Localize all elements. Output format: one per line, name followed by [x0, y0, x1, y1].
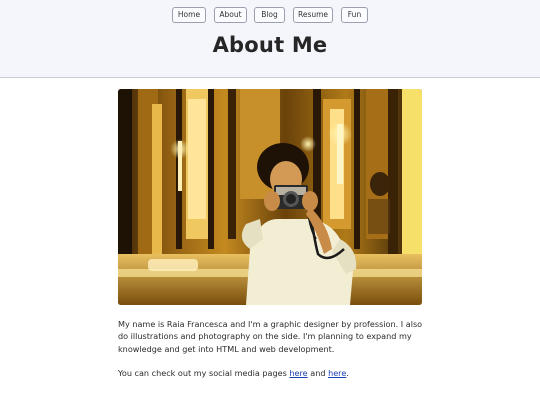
- profile-photo: [118, 89, 422, 305]
- social-link-1[interactable]: here: [289, 368, 307, 378]
- nav-resume-button[interactable]: Resume: [293, 7, 333, 23]
- nav-fun-button[interactable]: Fun: [341, 7, 368, 23]
- social-prefix: You can check out my social media pages: [118, 368, 287, 379]
- page-title: About Me: [212, 33, 328, 57]
- bio-paragraph: My name is Raia Francesca and I'm a grap…: [118, 319, 423, 354]
- social-paragraph: You can check out my social media pages …: [118, 367, 428, 379]
- social-conjunction: and: [310, 368, 326, 379]
- social-link-2[interactable]: here: [328, 368, 346, 378]
- nav-about-button[interactable]: About: [214, 7, 247, 23]
- site-header: Home About Blog Resume Fun About Me: [0, 0, 540, 78]
- nav-home-button[interactable]: Home: [172, 7, 206, 23]
- social-suffix: .: [346, 368, 349, 379]
- nav-blog-button[interactable]: Blog: [254, 7, 285, 23]
- about-content: My name is Raia Francesca and I'm a grap…: [118, 318, 428, 392]
